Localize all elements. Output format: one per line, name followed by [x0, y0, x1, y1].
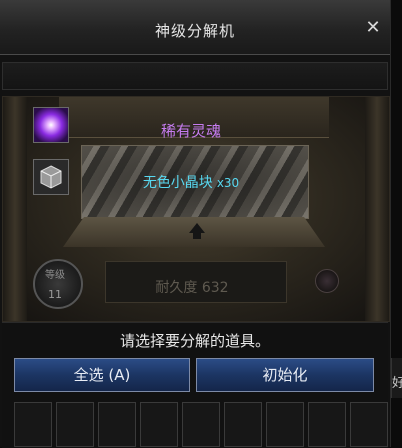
item-slot[interactable]: [224, 402, 262, 447]
item-slot-row: [14, 402, 388, 447]
machine-right-rail: [365, 97, 389, 321]
item-slot[interactable]: [308, 402, 346, 447]
adjacent-window-text: 好: [392, 376, 402, 391]
level-badge-title: 等级: [45, 270, 65, 281]
machine-knob-icon: [315, 269, 339, 293]
crystal-cube-icon[interactable]: [33, 159, 69, 195]
disassembler-window: 神级分解机 ✕ 稀有灵魂 无色小晶块 x30 耐久度 632 等级 11 请选择要…: [0, 0, 391, 448]
arrow-up-stem: [193, 231, 201, 239]
item-slot[interactable]: [140, 402, 178, 447]
item-slot[interactable]: [14, 402, 52, 447]
close-icon[interactable]: ✕: [362, 17, 384, 39]
crystal-item-name: 无色小晶块: [142, 175, 213, 191]
item-slot[interactable]: [182, 402, 220, 447]
reset-button[interactable]: 初始化: [196, 358, 374, 392]
select-all-button[interactable]: 全选 (A): [14, 358, 190, 392]
item-slot[interactable]: [350, 402, 388, 447]
crystal-item-quantity: x30: [216, 176, 240, 190]
item-slot[interactable]: [98, 402, 136, 447]
select-prompt: 请选择要分解的道具。: [119, 332, 270, 350]
level-badge-number: 11: [48, 288, 62, 301]
item-slot[interactable]: [266, 402, 304, 447]
sub-header-bar: [2, 62, 388, 90]
durability-label: 耐久度 632: [155, 280, 229, 296]
window-title: 神级分解机: [154, 22, 235, 40]
crystal-item-label: 无色小晶块 x30: [78, 172, 304, 192]
machine-left-rail: [3, 97, 27, 321]
item-slot[interactable]: [56, 402, 94, 447]
rare-item-label: 稀有灵魂: [160, 122, 221, 140]
